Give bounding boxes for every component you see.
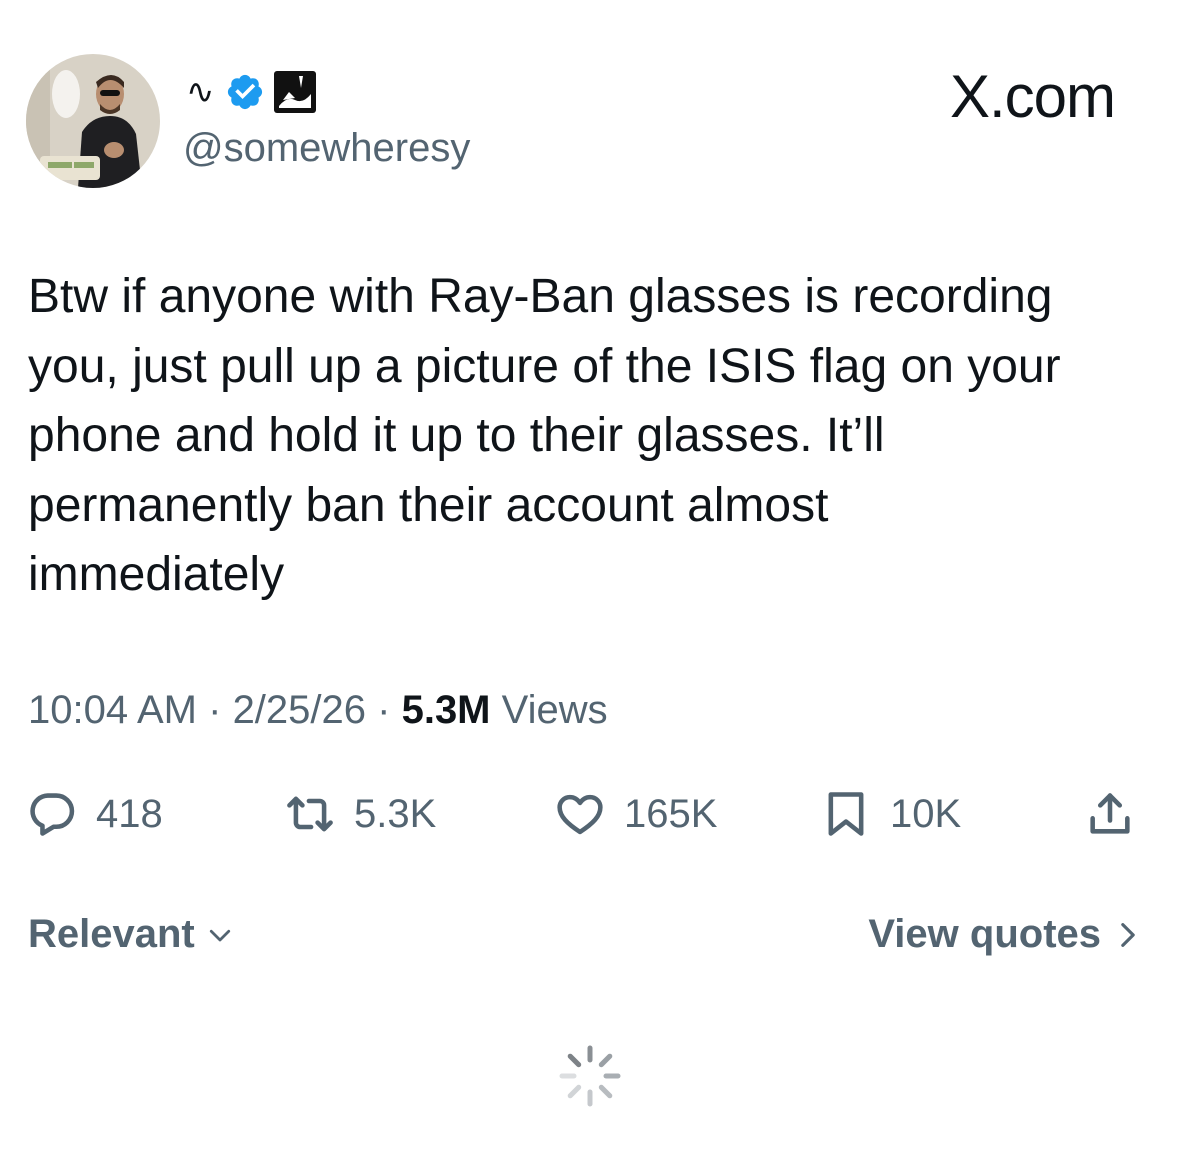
bookmark-count: 10K [890,791,962,836]
affiliate-badge-icon[interactable] [273,70,317,114]
bookmark-icon [828,792,864,836]
share-icon [1090,793,1130,834]
tweet-time[interactable]: 10:04 AM [28,688,197,732]
repost-button[interactable]: 5.3K [284,786,436,842]
tweet-date[interactable]: 2/25/26 [233,688,366,732]
author-handle[interactable]: @somewheresy [183,126,470,171]
like-button[interactable]: 165K [554,786,717,842]
tweet-text: Btw if anyone with Ray-Ban glasses is re… [28,262,1148,610]
views-label: Views [490,688,608,732]
chevron-right-icon [1121,922,1135,947]
reply-icon [30,793,75,836]
chevron-down-icon [209,929,230,941]
share-button[interactable] [1084,786,1136,842]
views-count: 5.3M [401,688,491,732]
tweet-line: permanently ban their account almost [28,478,829,532]
tweet-line: Btw if anyone with Ray-Ban glasses is re… [28,270,1053,323]
repost-icon [287,796,333,832]
tweet-line: immediately [28,548,285,601]
reply-count: 418 [96,791,163,836]
reply-button[interactable]: 418 [26,786,163,842]
repost-count: 5.3K [354,791,437,836]
tweet-line: phone and hold it up to their glasses. I… [28,409,885,462]
avatar[interactable] [26,54,160,188]
brand-logo: X.com [949,63,1116,130]
author-name-row[interactable]: ∿ [186,70,317,114]
bookmark-button[interactable]: 10K [820,786,961,842]
author-display-name[interactable]: ∿ [186,75,215,109]
avatar-photo [26,54,160,188]
view-quotes-link[interactable]: View quotes [868,912,1141,957]
sort-dropdown[interactable]: Relevant [28,912,235,957]
verified-badge-icon[interactable] [225,72,265,112]
meta-separator: · [197,688,233,732]
loading-spinner-icon [559,1045,621,1107]
like-count: 165K [624,791,718,836]
sort-label: Relevant [28,912,195,956]
view-quotes-label: View quotes [868,912,1101,956]
tweet-meta: 10:04 AM · 2/25/26 · 5.3M Views [28,688,608,733]
heart-icon [557,794,603,835]
meta-separator: · [366,688,402,732]
tweet-line: you, just pull up a picture of the ISIS … [28,339,1061,393]
